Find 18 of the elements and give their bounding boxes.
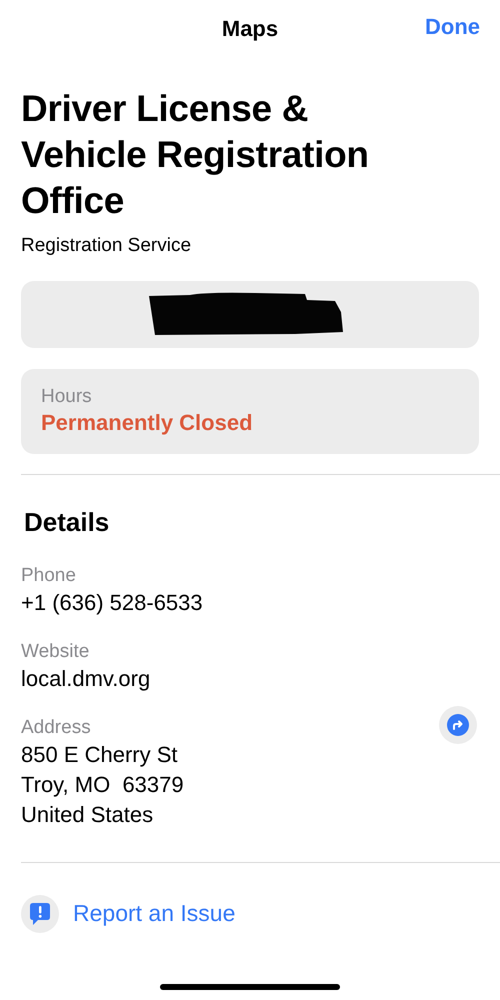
directions-button[interactable] xyxy=(439,706,477,744)
field-value: Troy, MO 63379 xyxy=(21,770,184,799)
done-button[interactable]: Done xyxy=(425,10,480,43)
hours-status: Permanently Closed xyxy=(41,408,254,436)
sheet-title: Maps xyxy=(220,15,280,43)
field-value: 850 E Cherry St xyxy=(21,740,179,769)
section-heading: Details xyxy=(24,506,110,538)
field-value: local.dmv.org xyxy=(21,664,150,693)
field-label: Address xyxy=(21,716,92,740)
report-icon xyxy=(21,894,59,932)
hours-label: Hours xyxy=(41,384,93,408)
field-value: +1 (636) 528-6533 xyxy=(21,588,203,616)
place-name: Driver License & Vehicle Registration Office xyxy=(21,87,370,223)
field-value: United States xyxy=(21,800,154,828)
field-label: Phone xyxy=(21,564,77,588)
report-issue-link[interactable]: Report an Issue xyxy=(73,896,236,931)
place-category: Registration Service xyxy=(21,234,192,258)
field-label: Website xyxy=(21,640,90,664)
